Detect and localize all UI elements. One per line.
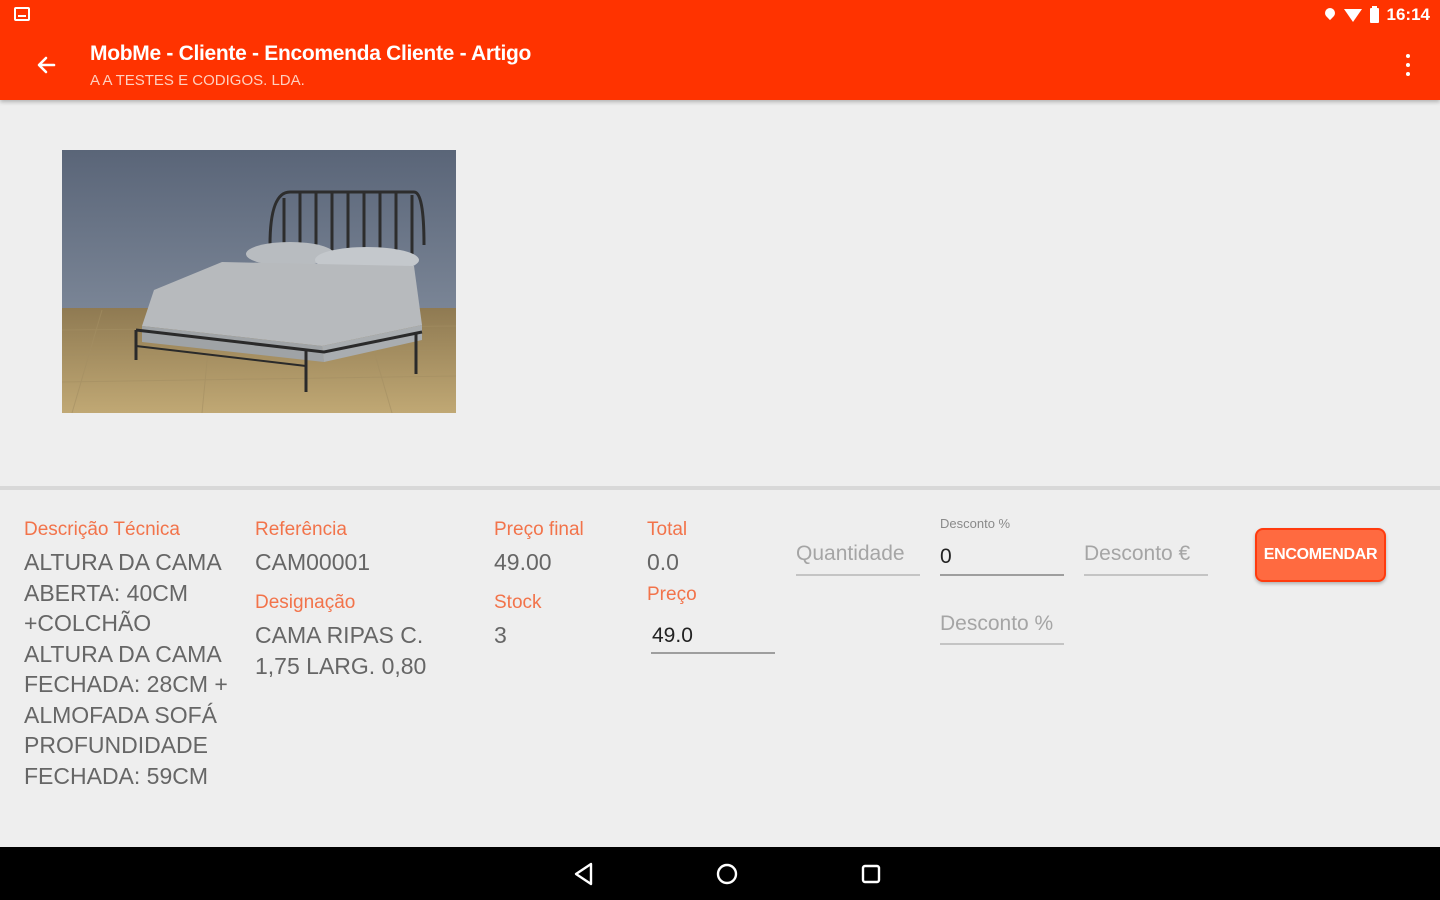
stock-label: Stock — [494, 592, 542, 613]
wifi-icon — [1343, 8, 1362, 22]
overflow-menu-icon[interactable] — [1404, 54, 1412, 76]
location-icon — [1324, 8, 1336, 22]
quantidade-underline — [796, 574, 920, 576]
quantidade-input[interactable]: Quantidade — [796, 542, 905, 566]
total-value: 0.0 — [647, 549, 679, 575]
preco-label: Preço — [647, 584, 697, 605]
desconto-eur-underline — [1084, 574, 1208, 576]
desconto-pct-label: Desconto % — [940, 516, 1011, 531]
navigation-bar — [0, 847, 1440, 900]
designacao-label: Designação — [255, 592, 356, 613]
total-label: Total — [647, 519, 688, 540]
section-divider — [0, 486, 1440, 490]
app-bar: 16:14 MobMe - Cliente - Encomenda Client… — [0, 0, 1440, 100]
app-title: MobMe - Cliente - Encomenda Cliente - Ar… — [90, 42, 532, 65]
descricao-value: ALTURA DA CAMA ABERTA: 40CM +COLCHÃO ALT… — [24, 549, 228, 789]
desconto-pct2-input[interactable]: Desconto % — [940, 612, 1053, 636]
preco-input[interactable]: 49.0 — [652, 624, 693, 648]
preco-final-label: Preço final — [494, 519, 584, 540]
stock-value: 3 — [494, 622, 507, 648]
descricao-label: Descrição Técnica — [24, 519, 180, 540]
preco-final-value: 49.00 — [494, 549, 552, 575]
desconto-pct-underline — [940, 574, 1064, 576]
referencia-label: Referência — [255, 519, 347, 540]
nav-home-icon[interactable] — [714, 861, 740, 887]
preco-input-underline — [651, 652, 775, 654]
nav-back-icon[interactable] — [571, 861, 597, 887]
notification-icon — [14, 7, 30, 21]
desconto-pct-input[interactable]: 0 — [940, 545, 952, 569]
nav-recents-icon[interactable] — [858, 861, 884, 887]
status-clock: 16:14 — [1386, 5, 1430, 24]
desconto-pct2-underline — [940, 643, 1064, 645]
back-arrow-icon[interactable] — [26, 46, 66, 86]
product-image — [62, 150, 456, 413]
encomendar-button[interactable]: ENCOMENDAR — [1255, 528, 1386, 582]
app-subtitle: A A TESTES E CODIGOS. LDA. — [90, 72, 305, 89]
referencia-value: CAM00001 — [255, 549, 371, 575]
designacao-value: CAMA RIPAS C. 1,75 LARG. 0,80 — [255, 622, 427, 679]
status-bar-icons: 16:14 — [1324, 4, 1430, 26]
desconto-eur-input[interactable]: Desconto € — [1084, 542, 1190, 566]
battery-icon — [1369, 5, 1379, 23]
